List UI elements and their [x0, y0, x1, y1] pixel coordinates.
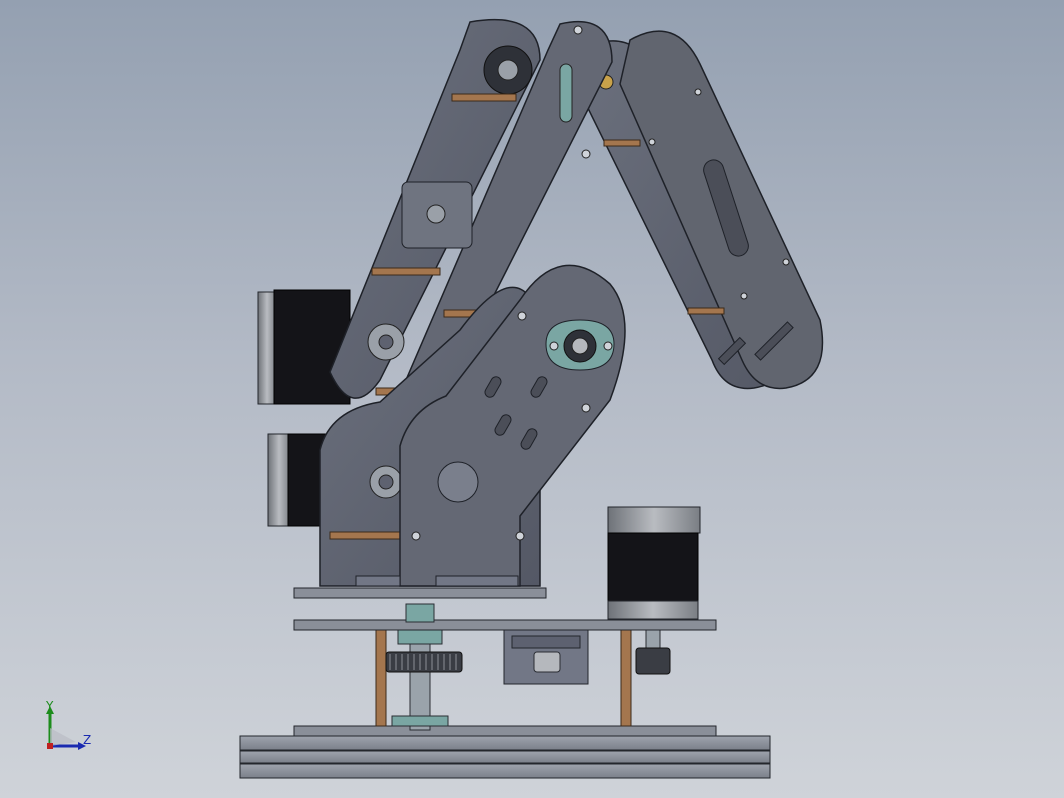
base-extrusion: [239, 735, 771, 779]
turntable-plate: [293, 587, 547, 599]
middle-plate: [293, 619, 717, 631]
graphics-viewport[interactable]: Y Z: [0, 0, 1064, 798]
triad-z-label: Z: [83, 733, 92, 747]
shoulder-flange-bearing: [545, 319, 615, 371]
idler-block: [503, 629, 589, 685]
base-motor-pulley: [635, 627, 671, 675]
shoulder-standoff: [329, 531, 401, 540]
base-stepper-motor: [607, 506, 701, 620]
base-bearing: [405, 603, 435, 623]
shoulder-motor-upper: [257, 289, 351, 405]
triad-y-label: Y: [46, 699, 54, 713]
elbow-link-bracket: [401, 181, 473, 249]
robot-arm-model[interactable]: [0, 0, 1064, 798]
bottom-plate: [293, 725, 717, 737]
